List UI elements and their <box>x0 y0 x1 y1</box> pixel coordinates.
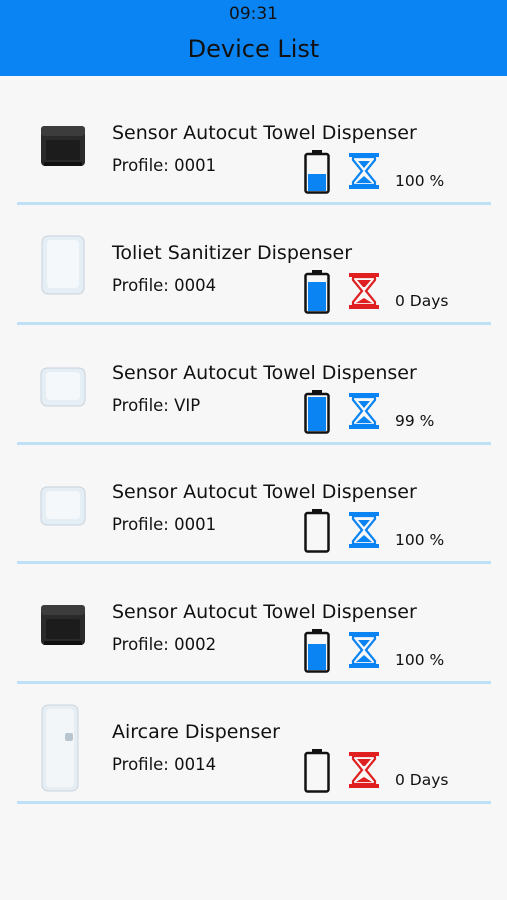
battery-icon <box>304 509 330 554</box>
white-aircare-dispenser-image <box>38 703 82 793</box>
device-level: 100 % <box>395 651 445 670</box>
white-towel-dispenser-image <box>38 481 88 531</box>
device-profile: Profile: VIP <box>112 395 201 415</box>
device-profile: Profile: 0001 <box>112 515 217 535</box>
device-level: 0 Days <box>395 291 449 310</box>
battery-icon <box>304 629 330 673</box>
device-profile: Profile: 0001 <box>112 156 217 175</box>
black-towel-dispenser-image <box>38 122 88 172</box>
device-profile: Profile: 0004 <box>112 275 217 295</box>
black-towel-dispenser-image <box>38 601 88 651</box>
hourglass-icon <box>348 511 380 549</box>
device-level: 100 % <box>395 531 445 550</box>
white-towel-dispenser-image <box>38 362 88 412</box>
hourglass-icon <box>348 272 380 310</box>
row-divider <box>17 681 491 685</box>
row-divider <box>17 441 491 445</box>
battery-icon <box>304 389 330 434</box>
battery-icon <box>304 150 330 194</box>
hourglass-icon <box>348 392 380 430</box>
device-row[interactable]: Sensor Autocut Towel Dispenser Profile: V… <box>0 326 507 446</box>
device-row[interactable]: Sensor Autocut Towel Dispenser Profile: 0… <box>0 565 507 685</box>
status-bar-time: 09:31 <box>229 4 278 24</box>
device-level: 99 % <box>395 411 435 430</box>
hourglass-icon <box>348 751 380 789</box>
row-divider <box>17 561 491 565</box>
device-level: 0 Days <box>395 770 449 789</box>
page-title: Device List <box>187 35 320 63</box>
battery-icon <box>304 269 330 314</box>
app-header: 09:31 Device List <box>0 0 507 76</box>
device-row[interactable]: Sensor Autocut Towel Dispenser Profile: 0… <box>0 86 507 206</box>
device-name: Aircare Dispenser <box>112 720 280 743</box>
device-name: Sensor Autocut Towel Dispenser <box>112 481 417 504</box>
hourglass-icon <box>348 631 380 669</box>
device-profile: Profile: 0002 <box>112 635 217 655</box>
device-name: Sensor Autocut Towel Dispenser <box>112 361 417 384</box>
device-name: Sensor Autocut Towel Dispenser <box>112 122 417 144</box>
device-row[interactable]: Sensor Autocut Towel Dispenser Profile: 0… <box>0 445 507 565</box>
device-level: 100 % <box>395 172 445 190</box>
device-row[interactable]: Aircare Dispenser Profile: 0014 0 Days <box>0 685 507 805</box>
battery-icon <box>304 748 330 793</box>
device-list: Sensor Autocut Towel Dispenser Profile: 0… <box>0 86 507 805</box>
row-divider <box>17 800 491 804</box>
row-divider <box>17 321 491 325</box>
device-row[interactable]: Toliet Sanitizer Dispenser Profile: 0004 0… <box>0 206 507 326</box>
white-sanitizer-dispenser-image <box>38 234 88 296</box>
device-name: Toliet Sanitizer Dispenser <box>112 241 353 264</box>
device-name: Sensor Autocut Towel Dispenser <box>112 601 417 624</box>
row-divider <box>17 202 491 205</box>
hourglass-icon <box>348 152 380 190</box>
device-profile: Profile: 0014 <box>112 754 217 774</box>
